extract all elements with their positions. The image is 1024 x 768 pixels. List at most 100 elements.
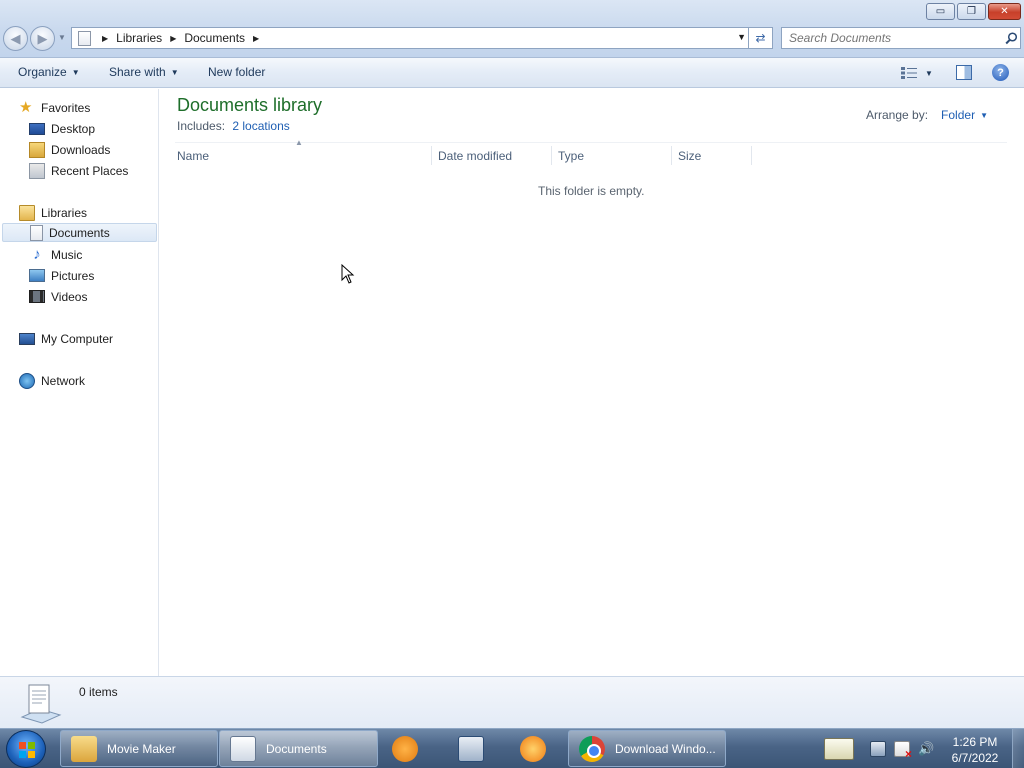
preview-pane-button[interactable] (956, 65, 972, 80)
column-headers: Name ▲ Date modified Type Size (175, 138, 775, 165)
videos-icon (29, 290, 45, 303)
taskbar-item-chrome[interactable]: Download Windo... (568, 730, 726, 767)
nav-favorites[interactable]: ★ Favorites (19, 98, 90, 117)
minimize-button[interactable]: ▭ (926, 3, 955, 20)
nav-item-downloads[interactable]: Downloads (29, 140, 110, 159)
recent-pages-dropdown[interactable]: ▼ (58, 33, 66, 42)
nav-libraries[interactable]: Libraries (19, 203, 87, 222)
column-header-name[interactable]: Name ▲ (175, 138, 432, 165)
new-folder-button[interactable]: New folder (208, 65, 265, 79)
documents-icon (30, 224, 43, 241)
mouse-cursor-icon (341, 264, 355, 284)
folder-icon (71, 735, 97, 762)
network-status-icon[interactable] (870, 741, 886, 757)
arrange-by-dropdown[interactable]: Folder (941, 108, 975, 122)
pictures-icon (29, 269, 45, 282)
share-with-button[interactable]: Share with ▼ (109, 65, 179, 79)
breadcrumb-arrow-icon[interactable]: ▶ (165, 34, 181, 43)
nav-item-recent-places[interactable]: Recent Places (29, 161, 128, 180)
column-header-size[interactable]: Size (672, 146, 752, 165)
chevron-down-icon[interactable]: ▼ (980, 111, 988, 120)
organize-button[interactable]: Organize ▼ (18, 65, 80, 79)
clock-time: 1:26 PM (952, 735, 998, 749)
input-panel-icon[interactable] (824, 738, 854, 760)
taskbar: Movie Maker Documents Download Windo... … (0, 728, 1024, 768)
taskbar-item-avast[interactable] (509, 730, 563, 767)
change-view-button[interactable]: ▼ (901, 66, 937, 80)
nav-item-pictures[interactable]: Pictures (29, 266, 94, 285)
share-with-label: Share with (109, 65, 166, 79)
computer-icon (19, 332, 35, 345)
refresh-icon: ⇄ (755, 31, 766, 45)
maximize-button[interactable]: ❐ (957, 3, 986, 20)
column-label: Date modified (438, 148, 513, 163)
search-icon[interactable] (1002, 31, 1020, 45)
forward-button[interactable]: ▶ (30, 26, 55, 51)
title-bar: ▭ ❐ ✕ ◀ ▶ ▼ ▶ Libraries ▶ Documents ▶ ▼ … (0, 0, 1024, 58)
nav-item-videos[interactable]: Videos (29, 287, 87, 306)
network-icon (19, 372, 35, 389)
taskbar-item-documents[interactable]: Documents (219, 730, 378, 767)
taskbar-item-movie-maker[interactable]: Movie Maker (60, 730, 218, 767)
sort-ascending-icon: ▲ (295, 138, 303, 147)
task-label: Download Windo... (615, 741, 716, 756)
nav-label: My Computer (41, 331, 114, 346)
task-label: Movie Maker (107, 741, 176, 756)
libraries-icon (19, 204, 35, 221)
action-center-icon[interactable] (894, 741, 912, 761)
nav-label: Documents (49, 225, 110, 240)
nav-label: Recent Places (51, 163, 129, 178)
nav-label: Downloads (51, 142, 111, 157)
nav-network[interactable]: Network (19, 371, 85, 390)
taskbar-item-media-player[interactable] (381, 730, 435, 767)
column-header-date-modified[interactable]: Date modified (432, 146, 552, 165)
nav-label: Network (41, 373, 86, 388)
clock[interactable]: 1:26 PM 6/7/2022 (950, 734, 1000, 766)
refresh-button[interactable]: ⇄ (749, 27, 773, 49)
start-button[interactable] (6, 730, 46, 768)
column-label: Name (177, 148, 210, 163)
library-includes: Includes: 2 locations (177, 119, 290, 133)
volume-icon[interactable]: 🔊 (918, 741, 934, 757)
empty-folder-message: This folder is empty. (538, 184, 645, 198)
new-folder-label: New folder (208, 65, 266, 79)
file-list-pane[interactable]: Documents library Includes: 2 locations … (160, 89, 1024, 676)
organize-label: Organize (18, 65, 67, 79)
arrange-by-label: Arrange by: (866, 108, 929, 122)
close-button[interactable]: ✕ (988, 3, 1021, 20)
documents-library-icon (20, 684, 62, 724)
back-button[interactable]: ◀ (3, 26, 28, 51)
windows-logo-icon (19, 742, 35, 758)
show-desktop-button[interactable] (1012, 729, 1024, 768)
library-title: Documents library (177, 95, 323, 115)
downloads-folder-icon (29, 141, 45, 158)
breadcrumb-arrow-icon[interactable]: ▶ (97, 34, 113, 43)
desktop-icon (29, 122, 45, 135)
nav-label: Pictures (51, 268, 95, 283)
chevron-down-icon: ▼ (925, 68, 933, 78)
taskbar-item-keyboard[interactable] (447, 730, 501, 767)
address-dropdown-icon[interactable]: ▼ (737, 32, 746, 42)
breadcrumb-documents[interactable]: Documents (181, 28, 248, 48)
help-button[interactable]: ? (992, 64, 1009, 81)
nav-label: Favorites (41, 100, 91, 115)
breadcrumb-libraries[interactable]: Libraries (113, 28, 165, 48)
nav-item-music[interactable]: ♪ Music (29, 245, 82, 264)
breadcrumb-arrow-icon[interactable]: ▶ (248, 34, 264, 43)
nav-item-documents[interactable]: Documents (2, 223, 157, 242)
includes-locations-link[interactable]: 2 locations (232, 119, 289, 133)
document-library-icon (78, 30, 91, 46)
details-pane: 0 items (0, 676, 1024, 729)
nav-my-computer[interactable]: My Computer (19, 329, 113, 348)
address-bar[interactable]: ▶ Libraries ▶ Documents ▶ ▼ (71, 27, 749, 49)
search-box[interactable] (781, 27, 1021, 49)
column-header-type[interactable]: Type (552, 146, 672, 165)
documents-library-icon (230, 735, 256, 762)
search-input[interactable] (782, 28, 1002, 48)
arrange-by: Arrange by: Folder ▼ (866, 108, 988, 122)
navigation-pane: ★ Favorites Desktop Downloads Recent Pla… (0, 89, 159, 676)
music-icon: ♪ (33, 245, 41, 263)
recent-places-icon (29, 162, 45, 179)
column-label: Size (678, 148, 702, 163)
nav-item-desktop[interactable]: Desktop (29, 119, 95, 138)
